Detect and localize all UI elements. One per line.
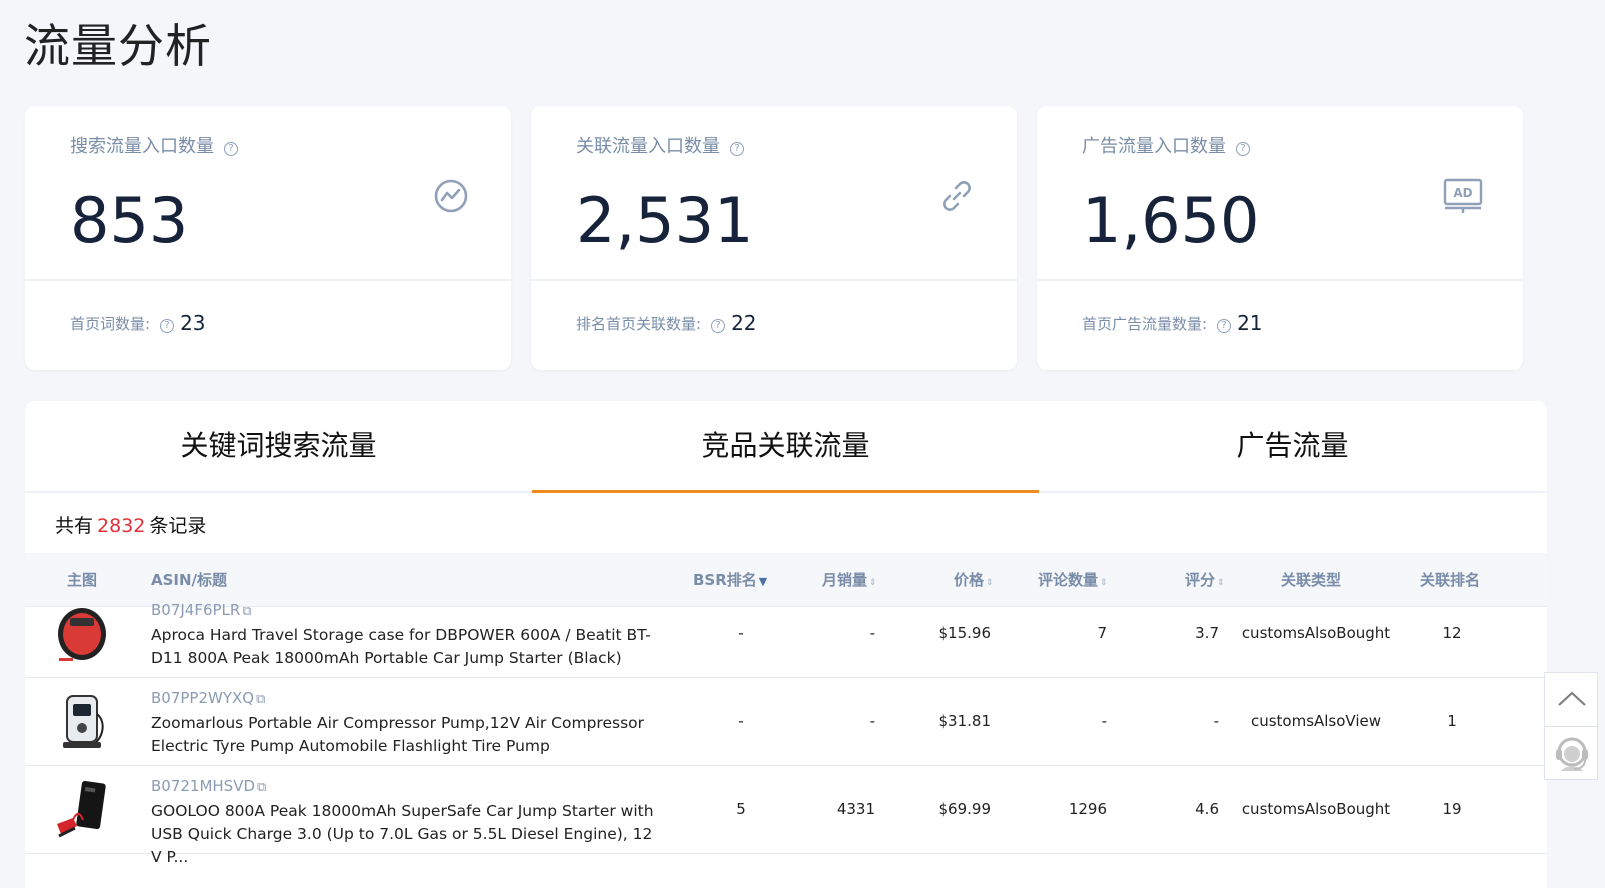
external-link-icon: ⧉ [257,780,267,795]
scroll-to-top-button[interactable] [1545,673,1599,727]
summary-cards: 搜索流量入口数量? 853 首页词数量:? 23 关联流量入口数量? 2,531 … [25,106,1547,370]
search-traffic-card: 搜索流量入口数量? 853 首页词数量:? 23 [25,106,511,370]
table-row: B0721MHSVD ⧉ GOOLOO 800A Peak 18000mAh Su… [25,766,1547,866]
card-value: 2,531 [576,184,754,257]
rating: 3.7 [1195,624,1219,642]
card-value: 853 [70,184,189,257]
external-link-icon: ⧉ [242,604,252,619]
table-row: B07PP2WYXQ ⧉ Zoomarlous Portable Air Comp… [25,678,1547,766]
chevron-up-icon [1558,691,1586,706]
ad-icon: AD [1443,178,1483,213]
customer-service-button[interactable] [1545,727,1599,781]
traffic-panel: 关键词搜索流量 竞品关联流量 广告流量 共有 2832 条记录 主图 ASIN/标题… [25,401,1547,888]
product-thumbnail[interactable] [53,692,111,752]
relation-rank: 1 [1447,712,1457,730]
product-thumbnail[interactable] [53,604,111,664]
sort-icon: ⇕ [869,578,877,588]
ad-icon-text: AD [1453,186,1472,200]
help-icon[interactable]: ? [1217,319,1232,333]
traffic-tabs: 关键词搜索流量 竞品关联流量 广告流量 [25,401,1547,493]
card-label: 广告流量入口数量 [1082,136,1226,157]
rating: - [1213,712,1219,730]
sort-desc-icon: ▼ [758,575,768,588]
card-sub-label: 排名首页关联数量: [576,315,702,333]
price: $31.81 [938,712,992,730]
relation-type: customsAlsoBought [1241,800,1391,818]
product-title: GOOLOO 800A Peak 18000mAh SuperSafe Car … [151,802,654,866]
relation-type: customsAlsoView [1250,712,1382,730]
table-row: B07J4F6PLR ⧉ Aproca Hard Travel Storage c… [25,590,1547,678]
card-sub-value: 23 [180,311,206,335]
tab-competitor-related[interactable]: 竞品关联流量 [532,401,1039,493]
card-sub-label: 首页广告流量数量: [1082,315,1208,333]
tab-ad-traffic[interactable]: 广告流量 [1039,401,1546,493]
card-value: 1,650 [1082,184,1260,257]
product-title: Zoomarlous Portable Air Compressor Pump,… [151,714,645,755]
card-label: 搜索流量入口数量 [70,136,214,157]
rating: 4.6 [1195,800,1219,818]
review-count: 7 [1097,624,1107,642]
asin-link[interactable]: B07J4F6PLR ⧉ [151,601,252,619]
monthly-sales: 4331 [836,800,875,818]
customer-service-icon [1556,737,1588,771]
monthly-sales: - [869,624,875,642]
help-icon[interactable]: ? [224,142,238,156]
card-sub-label: 首页词数量: [70,315,151,333]
product-title: Aproca Hard Travel Storage case for DBPO… [151,626,651,667]
help-icon[interactable]: ? [730,142,744,156]
record-count: 共有 2832 条记录 [55,515,207,537]
relation-rank: 12 [1442,624,1462,642]
bsr-rank: 5 [736,800,746,818]
ad-traffic-card: 广告流量入口数量? 1,650 AD 首页广告流量数量:? 21 [1037,106,1523,370]
relation-rank: 19 [1442,800,1462,818]
help-icon[interactable]: ? [711,319,726,333]
price: $15.96 [938,624,992,642]
asin-link[interactable]: B0721MHSVD ⧉ [151,777,266,795]
card-sub-value: 22 [731,311,757,335]
trend-chart-icon [434,179,468,213]
card-label: 关联流量入口数量 [576,136,720,157]
bsr-rank: - [738,712,744,730]
bsr-rank: - [738,624,744,642]
external-link-icon: ⧉ [256,692,266,707]
relation-type: customsAlsoBought [1241,624,1391,642]
record-count-value: 2832 [97,515,146,537]
link-icon [943,181,971,211]
sort-icon: ⇕ [1100,578,1108,588]
side-tools [1544,672,1599,781]
product-thumbnail[interactable] [53,780,111,840]
asin-link[interactable]: B07PP2WYXQ ⧉ [151,689,265,707]
review-count: 1296 [1068,800,1107,818]
related-traffic-card: 关联流量入口数量? 2,531 排名首页关联数量:? 22 [531,106,1017,370]
sort-icon: ⇕ [986,578,994,588]
monthly-sales: - [869,712,875,730]
page-title: 流量分析 [24,19,212,73]
review-count: - [1101,712,1107,730]
sort-icon: ⇕ [1217,578,1225,588]
tab-keyword-search[interactable]: 关键词搜索流量 [25,401,532,493]
help-icon[interactable]: ? [1236,142,1250,156]
price: $69.99 [938,800,992,818]
help-icon[interactable]: ? [160,319,175,333]
card-sub-value: 21 [1237,311,1263,335]
